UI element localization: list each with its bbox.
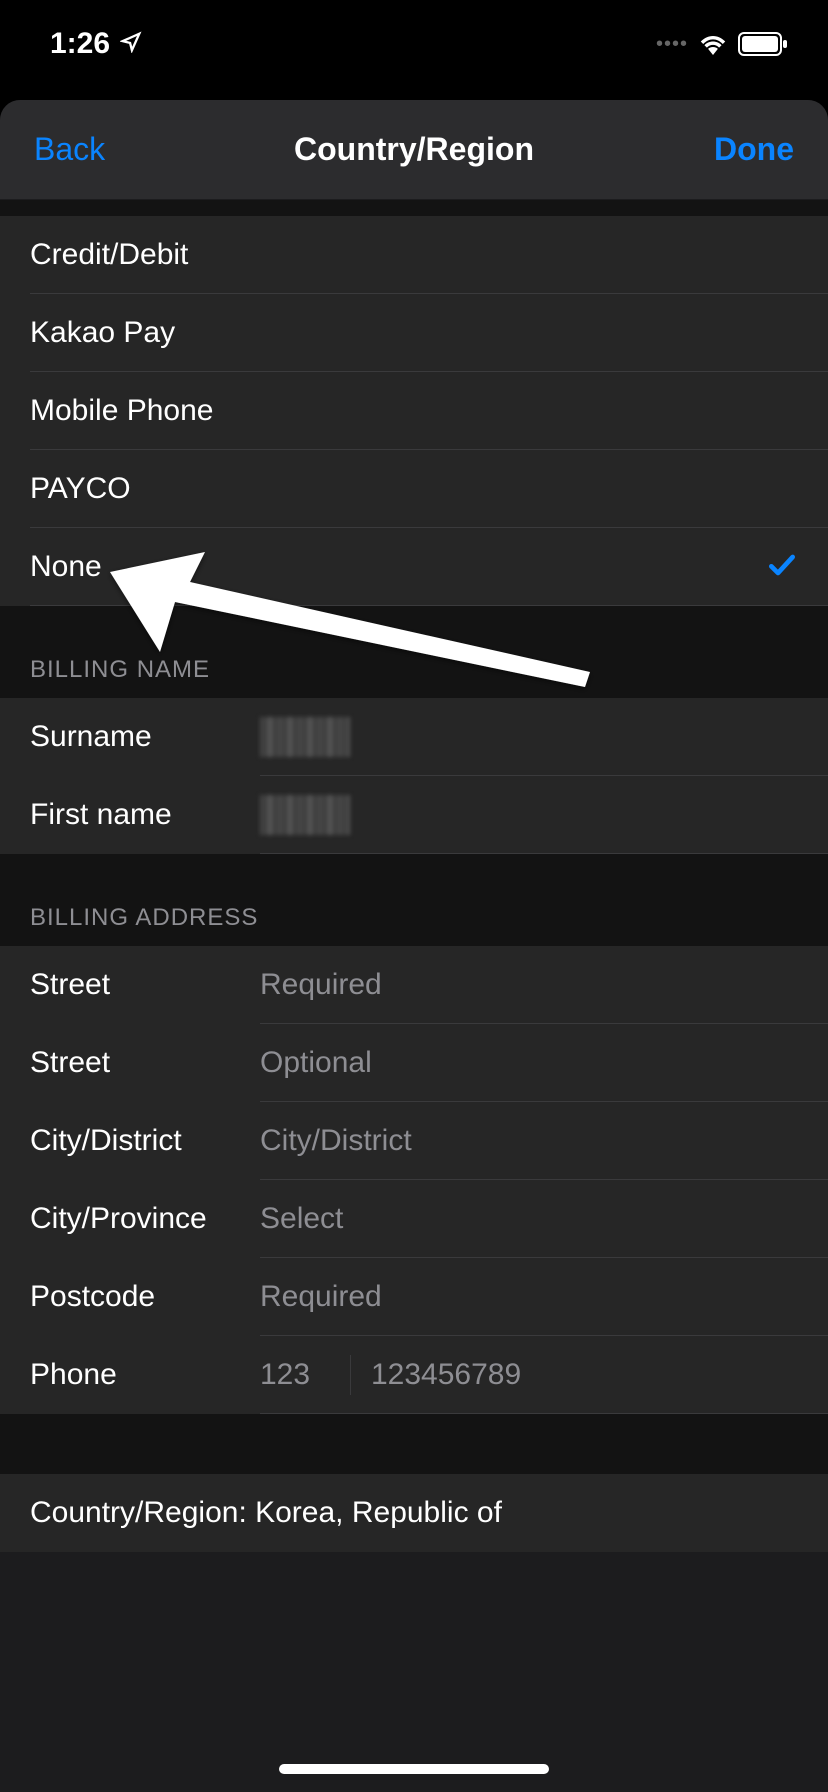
phone-divider xyxy=(350,1355,351,1395)
payment-option-mobile-phone[interactable]: Mobile Phone xyxy=(0,372,828,450)
done-button[interactable]: Done xyxy=(714,131,794,168)
nav-bar: Back Country/Region Done xyxy=(0,100,828,200)
billing-address-header: BILLING ADDRESS xyxy=(0,854,828,946)
city-district-input[interactable] xyxy=(260,1124,798,1158)
wifi-icon xyxy=(698,33,728,55)
payment-option-payco[interactable]: PAYCO xyxy=(0,450,828,528)
status-right: •••• xyxy=(656,32,788,56)
country-region-row[interactable]: Country/Region: Korea, Republic of xyxy=(0,1474,828,1552)
phone-country-code-input[interactable] xyxy=(260,1358,330,1392)
street2-row[interactable]: Street xyxy=(0,1024,828,1102)
city-district-label: City/District xyxy=(30,1124,260,1158)
payment-option-label: Credit/Debit xyxy=(30,238,188,272)
modal-sheet: Back Country/Region Done Credit/Debit Ka… xyxy=(0,100,828,1792)
city-province-label: City/Province xyxy=(30,1202,260,1236)
back-button[interactable]: Back xyxy=(34,131,105,168)
payment-option-label: Kakao Pay xyxy=(30,316,175,350)
city-district-row[interactable]: City/District xyxy=(0,1102,828,1180)
payment-option-kakao-pay[interactable]: Kakao Pay xyxy=(0,294,828,372)
location-icon xyxy=(120,27,142,61)
first-name-label: First name xyxy=(30,798,260,832)
surname-label: Surname xyxy=(30,720,260,754)
home-indicator[interactable] xyxy=(279,1764,549,1774)
street1-label: Street xyxy=(30,968,260,1002)
street2-label: Street xyxy=(30,1046,260,1080)
street1-input[interactable] xyxy=(260,968,798,1002)
postcode-row[interactable]: Postcode xyxy=(0,1258,828,1336)
status-time: 1:26 xyxy=(50,27,110,61)
phone-label: Phone xyxy=(30,1358,260,1392)
city-province-select[interactable]: Select xyxy=(260,1202,343,1236)
first-name-value-redacted xyxy=(260,795,350,835)
surname-row[interactable]: Surname xyxy=(0,698,828,776)
page-title: Country/Region xyxy=(294,131,534,168)
phone-row[interactable]: Phone xyxy=(0,1336,828,1414)
phone-number-input[interactable] xyxy=(371,1358,757,1392)
city-province-row[interactable]: City/Province Select xyxy=(0,1180,828,1258)
billing-name-header: BILLING NAME xyxy=(0,606,828,698)
status-time-area: 1:26 xyxy=(50,27,142,61)
status-bar: 1:26 •••• xyxy=(0,0,828,88)
payment-option-label: Mobile Phone xyxy=(30,394,213,428)
payment-option-label: None xyxy=(30,550,102,584)
content-scroll[interactable]: Credit/Debit Kakao Pay Mobile Phone PAYC… xyxy=(0,200,828,1552)
payment-option-credit-debit[interactable]: Credit/Debit xyxy=(0,216,828,294)
cellular-dots-icon: •••• xyxy=(656,33,688,56)
street2-input[interactable] xyxy=(260,1046,798,1080)
postcode-label: Postcode xyxy=(30,1280,260,1314)
postcode-input[interactable] xyxy=(260,1280,798,1314)
battery-icon xyxy=(738,32,788,56)
country-region-label: Country/Region: Korea, Republic of xyxy=(30,1496,502,1530)
payment-option-none[interactable]: None xyxy=(0,528,828,606)
surname-value-redacted xyxy=(260,717,350,757)
street1-row[interactable]: Street xyxy=(0,946,828,1024)
first-name-row[interactable]: First name xyxy=(0,776,828,854)
payment-option-label: PAYCO xyxy=(30,472,131,506)
checkmark-icon xyxy=(766,549,798,586)
